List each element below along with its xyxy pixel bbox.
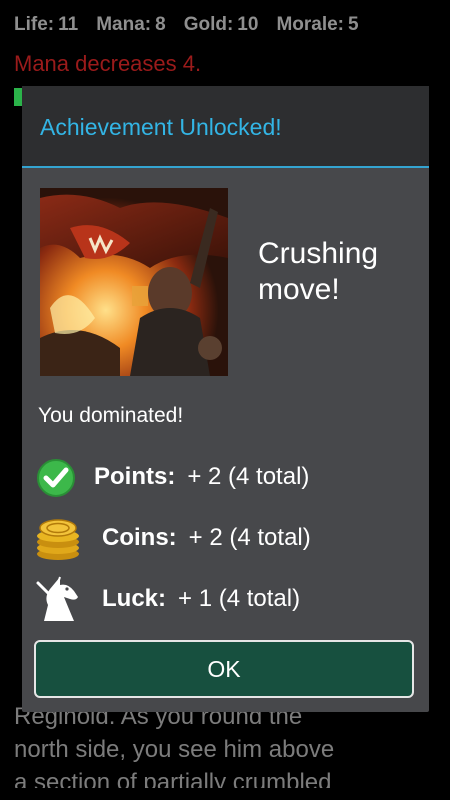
- stat-gold: Gold: 10: [183, 14, 259, 35]
- stat-mana: Mana: 8: [96, 14, 166, 35]
- achievement-dialog: Achievement Unlocked! Crushing move! You…: [22, 86, 429, 712]
- reward-label: Points:: [94, 463, 176, 490]
- reward-coins: Coins: + 2 (4 total): [22, 514, 429, 562]
- story-text: Mana decreases 4.: [14, 50, 436, 78]
- reward-value: + 2 (4 total): [187, 463, 310, 490]
- checkmark-icon: [34, 453, 86, 501]
- coins-icon: [34, 514, 86, 562]
- stat-morale: Morale: 5: [276, 14, 359, 35]
- story-line: a section of partially crumbled: [14, 769, 332, 788]
- reward-label: Coins:: [102, 524, 177, 551]
- achievement-name: Crushing move!: [258, 237, 379, 306]
- mana-warning: Mana decreases 4.: [14, 51, 202, 76]
- reward-value: + 2 (4 total): [188, 524, 311, 551]
- ok-button[interactable]: OK: [34, 640, 414, 698]
- story-highlight-mark: [14, 88, 22, 106]
- reward-label: Luck:: [102, 585, 167, 612]
- achievement-image: [40, 188, 228, 376]
- unicorn-icon: [34, 575, 86, 623]
- achievement-message: You dominated!: [38, 404, 184, 427]
- stats-bar: Life: 11 Mana: 8 Gold: 10 Morale: 5: [14, 14, 440, 40]
- story-bottom-text: Reginold. As you round the north side, y…: [14, 700, 440, 788]
- reward-value: + 1 (4 total): [178, 585, 301, 612]
- dialog-title: Achievement Unlocked!: [40, 114, 282, 140]
- stat-life: Life: 11: [14, 14, 79, 35]
- story-line: north side, you see him above: [14, 736, 335, 763]
- reward-luck: Luck: + 1 (4 total): [22, 575, 429, 623]
- reward-points: Points: + 2 (4 total): [22, 453, 429, 501]
- dialog-header: Achievement Unlocked!: [22, 86, 429, 168]
